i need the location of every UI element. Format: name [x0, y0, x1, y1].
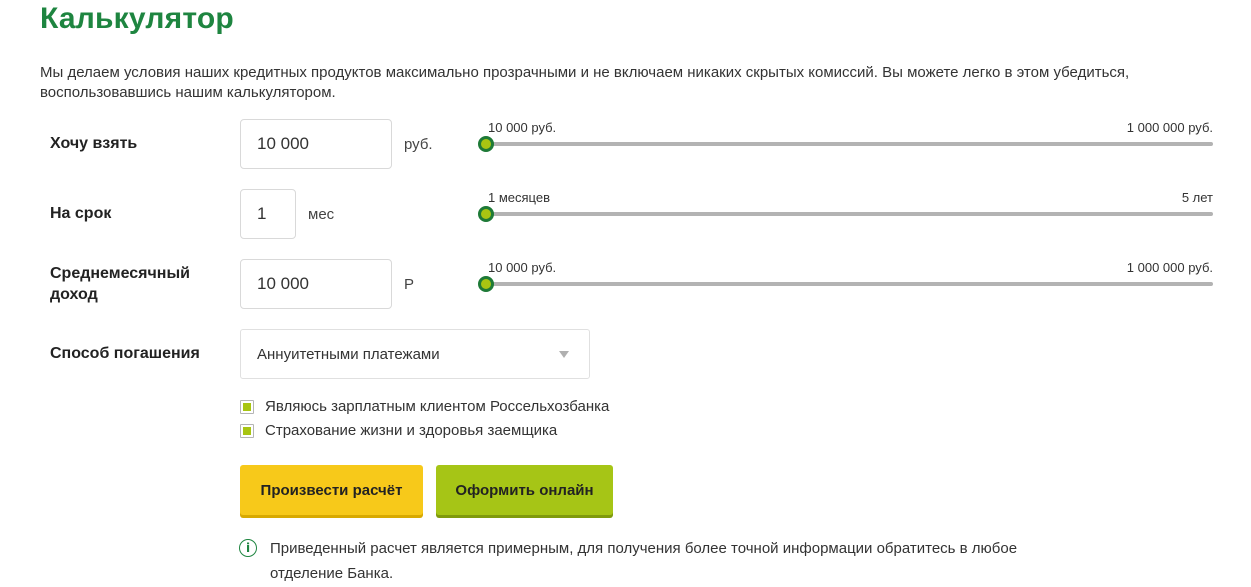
page-title: Калькулятор — [40, 2, 234, 35]
amount-slider-thumb[interactable] — [478, 136, 494, 152]
income-slider-max-label: 1 000 000 руб. — [1126, 260, 1213, 275]
income-unit: Р — [404, 276, 415, 293]
info-icon: i — [239, 539, 257, 557]
chevron-down-icon[interactable] — [559, 351, 569, 358]
disclaimer-text: Приведенный расчет является примерным, д… — [270, 540, 1018, 582]
amount-slider[interactable]: 10 000 руб. 1 000 000 руб. — [478, 120, 1213, 152]
term-slider-thumb[interactable] — [478, 206, 494, 222]
term-label: На срок — [50, 205, 112, 222]
repayment-selected-value: Аннуитетными платежами — [257, 345, 440, 363]
amount-label: Хочу взять — [50, 135, 138, 152]
salary-client-label[interactable]: Являюсь зарплатным клиентом Россельхозба… — [265, 398, 609, 415]
term-slider-track[interactable] — [486, 212, 1213, 216]
term-slider[interactable]: 1 месяцев 5 лет — [478, 190, 1213, 222]
insurance-label[interactable]: Страхование жизни и здоровья заемщика — [265, 422, 557, 439]
amount-slider-max-label: 1 000 000 руб. — [1126, 120, 1213, 135]
income-slider-track[interactable] — [486, 282, 1213, 286]
income-input[interactable]: 10 000 — [240, 259, 392, 309]
checkbox-checked-mark — [243, 426, 251, 435]
insurance-option[interactable]: Страхование жизни и здоровья заемщика — [240, 422, 557, 439]
amount-slider-track[interactable] — [486, 142, 1213, 146]
apply-online-button[interactable]: Оформить онлайн — [436, 465, 613, 515]
salary-client-checkbox[interactable] — [240, 399, 254, 414]
amount-input[interactable]: 10 000 — [240, 119, 392, 169]
repayment-select[interactable]: Аннуитетными платежами — [240, 329, 590, 379]
income-label: Среднемесячный доход — [50, 265, 190, 303]
checkbox-checked-mark — [243, 402, 251, 411]
income-slider-thumb[interactable] — [478, 276, 494, 292]
income-slider-min-label: 10 000 руб. — [488, 260, 557, 275]
repayment-label: Способ погашения — [50, 345, 200, 362]
term-unit: мес — [308, 206, 335, 223]
disclaimer-note: i Приведенный расчет является примерным,… — [239, 536, 1070, 586]
amount-unit: руб. — [404, 136, 433, 153]
term-input[interactable]: 1 — [240, 189, 296, 239]
term-slider-min-label: 1 месяцев — [488, 190, 550, 205]
calculate-button[interactable]: Произвести расчёт — [240, 465, 423, 515]
income-slider[interactable]: 10 000 руб. 1 000 000 руб. — [478, 260, 1213, 292]
amount-slider-min-label: 10 000 руб. — [488, 120, 557, 135]
term-slider-max-label: 5 лет — [1181, 190, 1213, 205]
intro-text: Мы делаем условия наших кредитных продук… — [40, 64, 1130, 101]
insurance-checkbox[interactable] — [240, 423, 254, 438]
salary-client-option[interactable]: Являюсь зарплатным клиентом Россельхозба… — [240, 398, 609, 415]
